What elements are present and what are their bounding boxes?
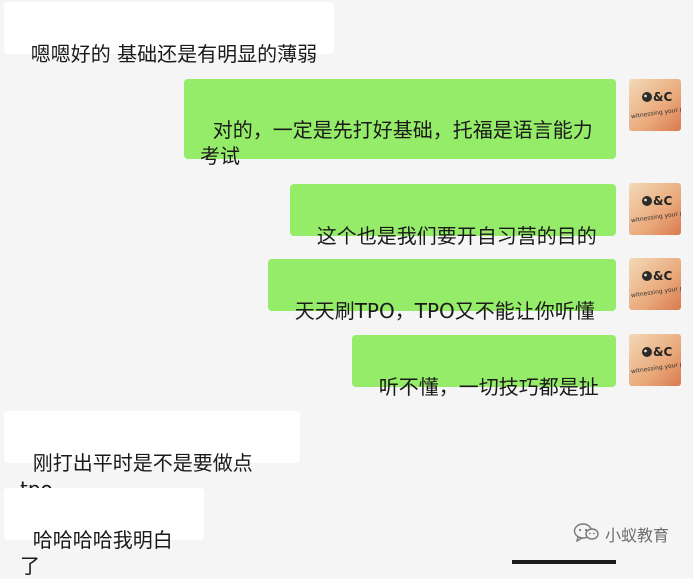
brand-logo-avatar-icon: &C witnessing your progress xyxy=(629,258,681,310)
message-bubble-incoming[interactable]: 刚打出平时是不是要做点tpo xyxy=(4,411,300,501)
message-bubble-incoming[interactable]: 哈哈哈哈我明白了 xyxy=(4,488,204,578)
partial-image-edge xyxy=(512,560,616,564)
svg-text:&C: &C xyxy=(653,345,672,359)
message-bubble-outgoing[interactable]: 天天刷TPO，TPO又不能让你听懂 xyxy=(268,259,616,323)
account-watermark: 小蚁教育 xyxy=(573,522,669,546)
brand-logo-avatar-icon: &C witnessing your progress xyxy=(629,334,681,386)
message-bubble-outgoing[interactable]: 这个也是我们要开自习营的目的 xyxy=(290,184,616,248)
svg-text:&C: &C xyxy=(653,194,672,208)
brand-logo-avatar-icon: &C witnessing your progress xyxy=(629,183,681,235)
svg-text:&C: &C xyxy=(653,269,672,283)
message-text: 天天刷TPO，TPO又不能让你听懂 xyxy=(294,299,595,323)
message-text: 哈哈哈哈我明白了 xyxy=(20,528,173,578)
avatar[interactable]: &C witnessing your progress xyxy=(629,79,681,131)
avatar[interactable]: &C witnessing your progress xyxy=(629,183,681,235)
svg-text:&C: &C xyxy=(653,90,672,104)
wechat-official-account-icon xyxy=(573,522,599,546)
message-bubble-outgoing[interactable]: 对的，一定是先打好基础，托福是语言能力考试 xyxy=(184,79,616,168)
message-bubble-incoming[interactable]: 嗯嗯好的 基础还是有明显的薄弱 xyxy=(4,2,334,66)
avatar[interactable]: &C witnessing your progress xyxy=(629,334,681,386)
message-text: 对的，一定是先打好基础，托福是语言能力考试 xyxy=(200,118,593,168)
message-text: 嗯嗯好的 基础还是有明显的薄弱 xyxy=(30,42,318,66)
message-text: 听不懂，一切技巧都是扯 xyxy=(378,375,599,399)
brand-logo-avatar-icon: &C witnessing your progress xyxy=(629,79,681,131)
message-bubble-outgoing[interactable]: 听不懂，一切技巧都是扯 xyxy=(352,335,616,399)
account-name: 小蚁教育 xyxy=(605,526,670,545)
message-text: 这个也是我们要开自习营的目的 xyxy=(316,224,597,248)
avatar[interactable]: &C witnessing your progress xyxy=(629,258,681,310)
